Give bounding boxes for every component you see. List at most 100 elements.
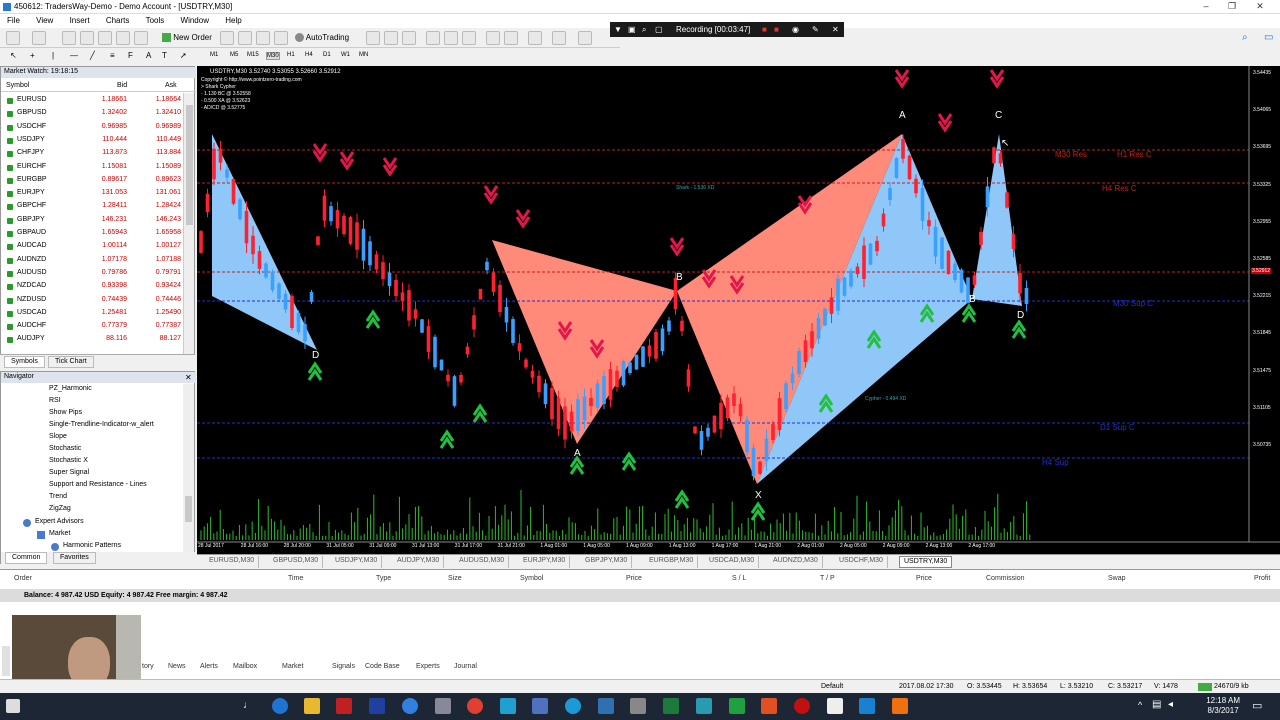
market-watch-row[interactable]: USDJPY 110.444 110.449 — [1, 134, 183, 147]
pen-icon[interactable]: ✎ — [812, 25, 819, 34]
menu-view[interactable]: View — [29, 14, 60, 27]
chart-shift-icon[interactable] — [504, 31, 518, 45]
zoom-out-icon[interactable] — [444, 31, 458, 45]
candle-chart-icon[interactable] — [384, 31, 398, 45]
terminal-column[interactable]: Swap — [1108, 575, 1126, 582]
zoom-icon[interactable]: ⌕ — [642, 25, 646, 35]
terminal-column[interactable]: S / L — [732, 575, 746, 582]
market-watch-row[interactable]: EURGBP 0.89617 0.89623 — [1, 174, 183, 187]
nav-indicator-item[interactable]: ZigZag — [49, 505, 71, 512]
hline-icon[interactable]: — — [70, 51, 78, 60]
tile-icon[interactable] — [462, 31, 476, 45]
tf-m1[interactable]: M1 — [210, 52, 218, 58]
app-icon-doc[interactable] — [532, 698, 548, 714]
nav-indicator-item[interactable]: Show Pips — [49, 409, 82, 416]
calendar-icon[interactable] — [827, 698, 843, 714]
navigator-icon[interactable] — [98, 31, 112, 45]
fibo-icon[interactable]: F — [128, 51, 133, 60]
chart-tab[interactable]: USDCHF,M30 — [835, 556, 888, 568]
crosshair-icon[interactable]: + — [30, 51, 35, 60]
chrome-icon[interactable] — [402, 698, 418, 714]
tab-favorites[interactable]: Favorites — [53, 552, 96, 564]
new-chart-icon[interactable] — [6, 31, 20, 45]
col-ask[interactable]: Ask — [165, 82, 177, 89]
nav-indicator-item[interactable]: PZ_Harmonic — [49, 385, 92, 392]
fullscreen-icon[interactable]: ▢ — [655, 25, 663, 34]
terminal-tab[interactable]: Mailbox — [233, 663, 257, 670]
camera-icon[interactable]: ◉ — [792, 25, 799, 34]
nav-indicator-item[interactable]: Slope — [49, 433, 67, 440]
market-watch-row[interactable]: NZDUSD 0.74439 0.74446 — [1, 294, 183, 307]
terminal-icon[interactable] — [116, 31, 130, 45]
edge-icon[interactable] — [272, 698, 288, 714]
market-watch-row[interactable]: NZDCAD 0.93398 0.93424 — [1, 280, 183, 293]
chart-tab[interactable]: USDTRY,M30 — [899, 556, 953, 568]
market-watch-row[interactable]: AUDUSD 0.79786 0.79791 — [1, 267, 183, 280]
network-icon[interactable]: ▤ — [1152, 699, 1161, 710]
terminal-column[interactable]: Type — [376, 575, 391, 582]
tab-symbols[interactable]: Symbols — [4, 356, 45, 368]
terminal-tab[interactable]: Alerts — [200, 663, 218, 670]
terminal-column[interactable]: Price — [916, 575, 932, 582]
app-icon-gray[interactable] — [435, 698, 451, 714]
arrows-icon[interactable]: ➚ — [180, 51, 187, 60]
nav-indicator-item[interactable]: Support and Resistance - Lines — [49, 481, 147, 488]
menu-insert[interactable]: Insert — [63, 14, 97, 27]
menu-icon[interactable]: ▼ — [614, 25, 622, 34]
tab-common[interactable]: Common — [5, 552, 48, 564]
app-icon-screen[interactable] — [696, 698, 712, 714]
tf-mn[interactable]: MN — [359, 52, 368, 58]
strategy-icon[interactable] — [238, 31, 252, 45]
nav-scroll-thumb[interactable] — [185, 496, 192, 522]
chart-tab[interactable]: EURGBP,M30 — [645, 556, 699, 568]
market-watch-row[interactable]: GBPAUD 1.65943 1.65958 — [1, 227, 183, 240]
data-window-icon[interactable] — [80, 31, 94, 45]
market-watch-row[interactable]: EURCHF 1.15081 1.15089 — [1, 161, 183, 174]
mw-scrollbar[interactable] — [183, 93, 194, 355]
terminal-tab[interactable]: tory — [142, 663, 154, 670]
maximize-button[interactable]: ❐ — [1222, 1, 1242, 13]
channel-icon[interactable]: ≡ — [110, 51, 115, 60]
chart-tab[interactable]: AUDUSD,M30 — [455, 556, 510, 568]
chart-tab[interactable]: USDJPY,M30 — [331, 556, 383, 568]
terminal-column[interactable]: Symbol — [520, 575, 543, 582]
tf-h1[interactable]: H1 — [287, 52, 295, 58]
camtasia-icon[interactable] — [729, 698, 745, 714]
chart-window[interactable]: D A B X A C B D USDTRY,M30 3.52740 3.53055 3.52… — [197, 66, 1280, 554]
terminal-tab[interactable]: Market — [282, 663, 303, 670]
app-icon-dots[interactable] — [630, 698, 646, 714]
market-watch-row[interactable]: EURJPY 131.053 131.061 — [1, 187, 183, 200]
mt4-icon[interactable] — [336, 698, 352, 714]
pause-icon[interactable]: ■ — [774, 25, 779, 34]
tab-tick-chart[interactable]: Tick Chart — [48, 356, 94, 368]
cursor-icon[interactable]: ↖ — [10, 51, 17, 60]
terminal-tab[interactable]: Code Base — [365, 663, 400, 670]
app-icon-lines[interactable] — [500, 698, 516, 714]
chart-tab[interactable]: EURUSD,M30 — [205, 556, 260, 568]
nav-expert-advisors[interactable]: Expert Advisors — [35, 518, 84, 525]
options-icon[interactable] — [256, 31, 270, 45]
terminal-column[interactable]: Profit — [1254, 575, 1270, 582]
terminal-tab[interactable]: Signals — [332, 663, 355, 670]
line-chart-icon[interactable] — [402, 31, 416, 45]
app-icon-chat[interactable] — [859, 698, 875, 714]
chart-tab[interactable]: GBPJPY,M30 — [581, 556, 633, 568]
chrome-icon-2[interactable] — [467, 698, 483, 714]
record-icon[interactable] — [794, 698, 810, 714]
market-watch-row[interactable]: USDCAD 1.25481 1.25490 — [1, 307, 183, 320]
terminal-tab[interactable]: Journal — [454, 663, 477, 670]
terminal-tab[interactable]: Experts — [416, 663, 440, 670]
col-bid[interactable]: Bid — [117, 82, 127, 89]
excel-icon[interactable] — [663, 698, 679, 714]
tf-m5[interactable]: M5 — [230, 52, 238, 58]
window-icon[interactable]: ▣ — [628, 25, 636, 34]
zoom-in-icon[interactable] — [426, 31, 440, 45]
nav-indicator-item[interactable]: Trend — [49, 493, 67, 500]
mic-icon[interactable]: ♩ — [243, 700, 253, 711]
chart-tab[interactable]: AUDJPY,M30 — [393, 556, 445, 568]
nav-indicator-item[interactable]: Stochastic — [49, 445, 81, 452]
menu-file[interactable]: File — [0, 14, 27, 27]
menu-charts[interactable]: Charts — [99, 14, 137, 27]
chart-tab[interactable]: EURJPY,M30 — [519, 556, 571, 568]
menu-tools[interactable]: Tools — [139, 14, 172, 27]
